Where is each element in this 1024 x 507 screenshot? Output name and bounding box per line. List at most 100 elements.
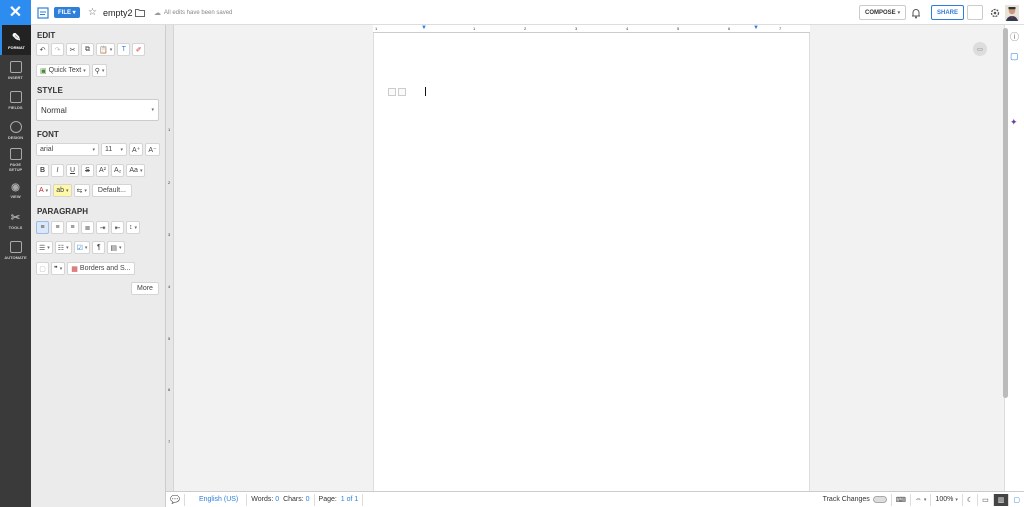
list-style-button[interactable]: ▤ ▾ <box>107 241 125 254</box>
document-name[interactable]: empty2 <box>103 8 133 18</box>
compose-button[interactable]: COMPOSE ▾ <box>859 5 907 20</box>
print-layout-icon[interactable]: ▭ <box>978 493 994 506</box>
add-block-icon[interactable] <box>388 88 396 96</box>
puzzle-icon[interactable]: ✦ <box>1010 117 1018 128</box>
word-count: Words: 0 Chars: 0 <box>247 493 315 506</box>
find-replace-button[interactable]: ⚲ ▾ <box>91 64 108 77</box>
feedback-icon[interactable]: ▢ <box>1009 494 1024 506</box>
redo-button[interactable]: ↷ <box>51 43 64 56</box>
bell-icon[interactable] <box>910 0 922 25</box>
paragraph-heading: PARAGRAPH <box>37 207 88 216</box>
info-icon[interactable]: ⓘ <box>1010 30 1019 43</box>
undo-button[interactable]: ↶ <box>36 43 49 56</box>
web-layout-icon[interactable]: ▥ <box>993 493 1010 506</box>
nav-format[interactable]: ✎ FORMAT <box>0 25 31 55</box>
dark-mode-icon[interactable]: ☾ <box>963 493 979 506</box>
horizontal-ruler[interactable]: ▼ ▼ 1 1 2 3 4 5 6 7 <box>373 25 810 33</box>
bullet-list-button[interactable]: ☰ ▾ <box>36 241 53 254</box>
vertical-scrollbar[interactable] <box>1003 28 1008 398</box>
share-button[interactable]: SHARE <box>931 5 965 20</box>
font-size-select[interactable]: 11 ▾ <box>101 143 127 156</box>
vertical-ruler[interactable]: 1 2 3 4 5 6 7 <box>166 25 174 491</box>
nav-insert[interactable]: INSERT <box>0 55 31 85</box>
left-indent-marker[interactable]: ▼ <box>421 25 427 31</box>
top-bar: ✕ FILE ▾ ☆ empty2 ☁ All edits have been … <box>0 0 1024 25</box>
char-spacing-button[interactable]: ⇆ ▾ <box>73 184 90 197</box>
clear-format-button[interactable]: ✐ <box>132 43 146 56</box>
copy-button[interactable]: ⧉ <box>81 43 94 56</box>
more-button[interactable]: More <box>131 282 159 295</box>
bold-button[interactable]: B <box>36 164 49 177</box>
borders-shading-button[interactable]: ▦ Borders and S... <box>67 262 135 275</box>
folder-icon[interactable] <box>135 0 145 25</box>
increase-font-button[interactable]: A⁺ <box>129 143 144 156</box>
subscript-button[interactable]: A₂ <box>111 164 125 177</box>
justify-button[interactable]: ≣ <box>81 221 94 234</box>
font-color-button[interactable]: A ▾ <box>36 184 52 197</box>
language-button[interactable]: English (US) <box>185 493 248 506</box>
quote-button[interactable]: ❞ ▾ <box>51 262 66 275</box>
user-avatar[interactable] <box>1005 0 1019 25</box>
nav-automate[interactable]: AUTOMATE <box>0 235 31 265</box>
font-family-select[interactable]: arial ▾ <box>36 143 99 156</box>
page-indicator[interactable]: Page: 1 of 1 <box>315 493 364 506</box>
keyboard-icon[interactable]: ⌨ <box>892 493 911 506</box>
italic-button[interactable]: I <box>51 164 64 177</box>
paragraph-mark-button[interactable]: ¶ <box>92 241 106 254</box>
indent-button[interactable]: ⇥ <box>96 221 109 234</box>
paste-button[interactable]: 📋 ▾ <box>96 43 116 56</box>
nav-design[interactable]: DESIGN <box>0 115 31 145</box>
comments-icon[interactable]: ▢ <box>1010 51 1019 62</box>
nav-tools[interactable]: ✂ TOOLS <box>0 205 31 235</box>
star-icon[interactable]: ☆ <box>88 0 97 25</box>
strikethrough-button[interactable]: S <box>81 164 94 177</box>
align-left-button[interactable]: ≡ <box>36 221 49 234</box>
tools-icon: ✂ <box>10 211 21 224</box>
block-handle-icon[interactable] <box>398 88 406 96</box>
track-changes-toggle[interactable]: Track Changes <box>819 493 892 506</box>
chat-icon[interactable]: 💬 <box>166 493 185 506</box>
close-icon[interactable]: ✕ <box>0 0 31 25</box>
format-icon: ✎ <box>11 31 22 44</box>
superscript-button[interactable]: A² <box>96 164 109 177</box>
settings-gear-icon[interactable] <box>989 0 1001 25</box>
cut-button[interactable]: ✂ <box>66 43 79 56</box>
align-right-button[interactable]: ≡ <box>66 221 79 234</box>
eye-icon: ◉ <box>11 181 20 193</box>
document-page[interactable] <box>373 33 810 491</box>
align-center-button[interactable]: ≡ <box>51 221 64 234</box>
nav-view[interactable]: ◉ VIEW <box>0 175 31 205</box>
paint-format-button[interactable]: T <box>117 43 131 56</box>
default-font-button[interactable]: Default... <box>91 184 132 197</box>
right-indent-marker[interactable]: ▼ <box>753 25 759 31</box>
style-select[interactable]: Normal ▾ <box>36 99 159 121</box>
decrease-font-button[interactable]: A⁻ <box>145 143 160 156</box>
insert-icon <box>9 60 22 73</box>
underline-button[interactable]: U <box>66 164 79 177</box>
highlight-button[interactable]: ab ▾ <box>53 184 72 197</box>
line-spacing-button[interactable]: ↕ ▾ <box>126 221 141 234</box>
shading-button[interactable]: ▢ <box>36 262 49 275</box>
quick-text-button[interactable]: ▣ Quick Text ▾ <box>36 64 90 77</box>
checklist-button[interactable]: ☑ ▾ <box>73 241 91 254</box>
numbered-list-button[interactable]: ☷ ▾ <box>54 241 72 254</box>
zoom-select[interactable]: 100% ▾ <box>931 493 963 506</box>
format-panel: EDIT ↶ ↷ ✂ ⧉ 📋 ▾ T ✐ ▣ Quick Text ▾ ⚲ ▾ STYL… <box>31 25 166 507</box>
page-layout-icon[interactable]: ▭ <box>973 42 987 56</box>
outdent-button[interactable]: ⇤ <box>111 221 124 234</box>
font-heading: FONT <box>37 130 59 139</box>
palette-icon <box>9 120 22 133</box>
cloud-icon: ☁ <box>154 9 161 17</box>
collaborator-slot[interactable] <box>967 5 983 20</box>
case-button[interactable]: Aa ▾ <box>126 164 146 177</box>
fit-width-icon[interactable]: ⇔ ▾ <box>911 493 932 506</box>
nav-page-setup[interactable]: PAGE SETUP <box>0 145 31 175</box>
file-menu-button[interactable]: FILE ▾ <box>54 7 80 18</box>
toggle-switch[interactable] <box>872 496 887 503</box>
edit-heading: EDIT <box>37 31 56 40</box>
fields-icon <box>9 90 22 103</box>
automate-icon <box>9 240 22 253</box>
doc-icon[interactable] <box>37 0 49 25</box>
app-window: ✕ FILE ▾ ☆ empty2 ☁ All edits have been … <box>0 0 1024 507</box>
nav-fields[interactable]: FIELDS <box>0 85 31 115</box>
